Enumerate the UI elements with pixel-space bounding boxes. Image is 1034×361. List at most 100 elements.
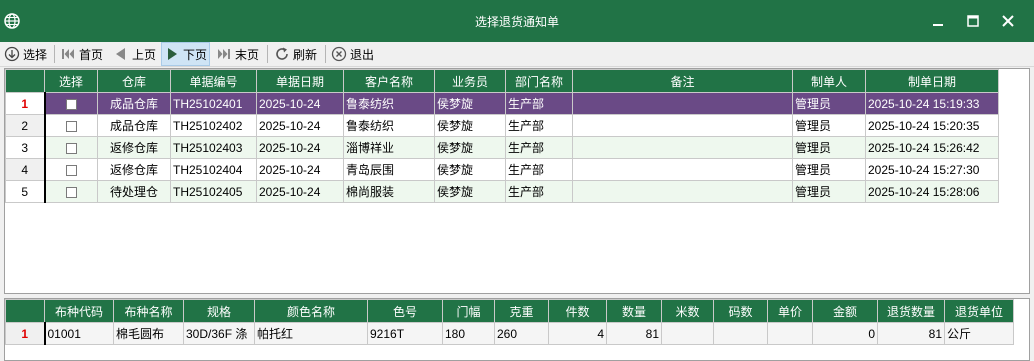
customer-cell[interactable]: 鲁泰纺织 <box>343 92 435 115</box>
column-header[interactable]: 布种代码 <box>44 299 114 323</box>
doc-no-cell[interactable]: TH25102401 <box>170 92 257 115</box>
yards-cell[interactable] <box>713 322 768 345</box>
select-checkbox[interactable] <box>65 98 77 110</box>
maximize-button[interactable] <box>960 8 986 34</box>
column-header[interactable]: 单价 <box>767 299 813 323</box>
select-checkbox[interactable] <box>65 164 77 176</box>
select-checkbox[interactable] <box>65 186 77 198</box>
note-cell[interactable] <box>572 136 793 159</box>
column-header[interactable]: 选择 <box>44 69 98 93</box>
warehouse-cell[interactable]: 成品仓库 <box>97 114 171 137</box>
select-checkbox-cell[interactable] <box>44 114 98 137</box>
column-header[interactable]: 部门名称 <box>505 69 573 93</box>
made-at-cell[interactable]: 2025-10-24 15:26:42 <box>865 136 999 159</box>
column-header[interactable]: 制单人 <box>792 69 866 93</box>
amount-cell[interactable]: 0 <box>812 322 878 345</box>
fabric-name-cell[interactable]: 棉毛圆布 <box>113 322 184 345</box>
column-header[interactable]: 米数 <box>661 299 714 323</box>
column-header[interactable]: 单据编号 <box>170 69 257 93</box>
table-row[interactable]: 1 成品仓库 TH25102401 2025-10-24 鲁泰纺织 侯梦旋 生产… <box>5 92 999 115</box>
customer-cell[interactable]: 淄博祥业 <box>343 136 435 159</box>
maker-cell[interactable]: 管理员 <box>792 136 866 159</box>
dept-cell[interactable]: 生产部 <box>505 114 573 137</box>
fabric-code-cell[interactable]: 01001 <box>44 322 114 345</box>
doc-no-cell[interactable]: TH25102402 <box>170 114 257 137</box>
color-name-cell[interactable]: 帕托红 <box>254 322 368 345</box>
doc-no-cell[interactable]: TH25102404 <box>170 158 257 181</box>
table-row[interactable]: 2 成品仓库 TH25102402 2025-10-24 鲁泰纺织 侯梦旋 生产… <box>5 114 999 137</box>
table-row[interactable]: 1 01001 棉毛圆布 30D/36F 涤 帕托红 9216T 180 260… <box>5 322 1014 345</box>
customer-cell[interactable]: 鲁泰纺织 <box>343 114 435 137</box>
select-button[interactable]: 选择 <box>4 43 47 65</box>
column-header[interactable]: 单据日期 <box>256 69 344 93</box>
table-row[interactable]: 4 返修仓库 TH25102404 2025-10-24 青岛辰围 侯梦旋 生产… <box>5 158 999 181</box>
column-header[interactable]: 克重 <box>494 299 549 323</box>
doc-no-cell[interactable]: TH25102405 <box>170 180 257 203</box>
note-cell[interactable] <box>572 92 793 115</box>
date-cell[interactable]: 2025-10-24 <box>256 136 344 159</box>
made-at-cell[interactable]: 2025-10-24 15:20:35 <box>865 114 999 137</box>
note-cell[interactable] <box>572 158 793 181</box>
pieces-cell[interactable]: 4 <box>548 322 607 345</box>
close-button[interactable] <box>995 8 1021 34</box>
column-header[interactable]: 件数 <box>548 299 607 323</box>
customer-cell[interactable]: 棉尚服装 <box>343 180 435 203</box>
table-row[interactable]: 5 待处理仓 TH25102405 2025-10-24 棉尚服装 侯梦旋 生产… <box>5 180 999 203</box>
width-cell[interactable]: 180 <box>442 322 495 345</box>
column-header[interactable]: 制单日期 <box>865 69 999 93</box>
column-header[interactable]: 客户名称 <box>343 69 435 93</box>
column-header[interactable]: 颜色名称 <box>254 299 368 323</box>
table-row[interactable]: 3 返修仓库 TH25102403 2025-10-24 淄博祥业 侯梦旋 生产… <box>5 136 999 159</box>
next-page-button[interactable]: 下页 <box>161 42 211 66</box>
date-cell[interactable]: 2025-10-24 <box>256 158 344 181</box>
column-header[interactable]: 退货单位 <box>944 299 1014 323</box>
return-unit-cell[interactable]: 公斤 <box>944 322 1014 345</box>
column-header[interactable]: 业务员 <box>434 69 506 93</box>
salesman-cell[interactable]: 侯梦旋 <box>434 136 506 159</box>
column-header[interactable]: 金额 <box>812 299 878 323</box>
warehouse-cell[interactable]: 返修仓库 <box>97 158 171 181</box>
column-header[interactable]: 码数 <box>713 299 768 323</box>
quantity-cell[interactable]: 81 <box>606 322 662 345</box>
column-header[interactable]: 色号 <box>367 299 443 323</box>
column-header[interactable]: 规格 <box>183 299 255 323</box>
minimize-button[interactable] <box>925 8 951 34</box>
unit-price-cell[interactable] <box>767 322 813 345</box>
made-at-cell[interactable]: 2025-10-24 15:19:33 <box>865 92 999 115</box>
dept-cell[interactable]: 生产部 <box>505 92 573 115</box>
made-at-cell[interactable]: 2025-10-24 15:28:06 <box>865 180 999 203</box>
spec-cell[interactable]: 30D/36F 涤 <box>183 322 255 345</box>
weight-cell[interactable]: 260 <box>494 322 549 345</box>
maker-cell[interactable]: 管理员 <box>792 114 866 137</box>
return-quantity-cell[interactable]: 81 <box>877 322 945 345</box>
column-header[interactable]: 数量 <box>606 299 662 323</box>
salesman-cell[interactable]: 侯梦旋 <box>434 114 506 137</box>
select-checkbox-cell[interactable] <box>44 92 98 115</box>
select-checkbox[interactable] <box>65 142 77 154</box>
dept-cell[interactable]: 生产部 <box>505 180 573 203</box>
column-header[interactable]: 布种名称 <box>113 299 184 323</box>
first-page-button[interactable]: 首页 <box>60 43 103 65</box>
note-cell[interactable] <box>572 114 793 137</box>
prev-page-button[interactable]: 上页 <box>113 43 156 65</box>
select-checkbox[interactable] <box>65 120 77 132</box>
column-header[interactable]: 备注 <box>572 69 793 93</box>
note-cell[interactable] <box>572 180 793 203</box>
maker-cell[interactable]: 管理员 <box>792 180 866 203</box>
maker-cell[interactable]: 管理员 <box>792 158 866 181</box>
salesman-cell[interactable]: 侯梦旋 <box>434 92 506 115</box>
column-header[interactable]: 仓库 <box>97 69 171 93</box>
exit-button[interactable]: 退出 <box>331 43 374 65</box>
dept-cell[interactable]: 生产部 <box>505 158 573 181</box>
date-cell[interactable]: 2025-10-24 <box>256 180 344 203</box>
maker-cell[interactable]: 管理员 <box>792 92 866 115</box>
warehouse-cell[interactable]: 成品仓库 <box>97 92 171 115</box>
warehouse-cell[interactable]: 返修仓库 <box>97 136 171 159</box>
select-checkbox-cell[interactable] <box>44 136 98 159</box>
column-header[interactable]: 退货数量 <box>877 299 945 323</box>
warehouse-cell[interactable]: 待处理仓 <box>97 180 171 203</box>
date-cell[interactable]: 2025-10-24 <box>256 92 344 115</box>
last-page-button[interactable]: 末页 <box>216 43 259 65</box>
date-cell[interactable]: 2025-10-24 <box>256 114 344 137</box>
color-no-cell[interactable]: 9216T <box>367 322 443 345</box>
